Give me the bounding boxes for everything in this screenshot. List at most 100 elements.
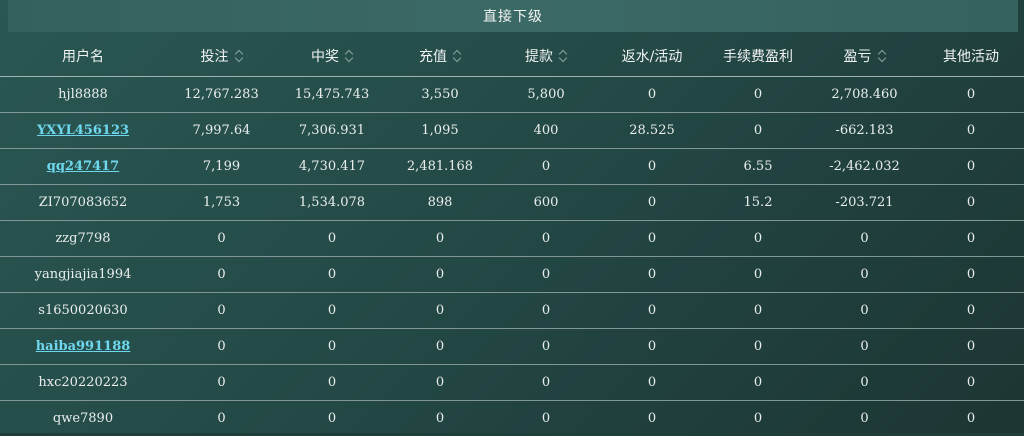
header-bet[interactable]: 投注 xyxy=(166,36,277,77)
table-row: zzg779800000000 xyxy=(0,221,1024,257)
cell-rebate: 0 xyxy=(599,329,705,365)
header-label: 其他活动 xyxy=(943,49,999,65)
cell-deposit: 898 xyxy=(387,185,493,221)
cell-pnl: -662.183 xyxy=(811,113,918,149)
cell-rebate: 0 xyxy=(599,149,705,185)
cell-withdraw: 0 xyxy=(493,221,599,257)
header-label: 盈亏 xyxy=(844,49,872,65)
cell-rebate: 28.525 xyxy=(599,113,705,149)
cell-other: 0 xyxy=(918,185,1024,221)
header-label: 中奖 xyxy=(311,49,339,65)
sort-icon[interactable] xyxy=(235,49,243,63)
cell-username: qq247417 xyxy=(0,149,166,185)
cell-other: 0 xyxy=(918,401,1024,436)
cell-other: 0 xyxy=(918,77,1024,113)
table-row: hjl888812,767.28315,475.7433,5505,800002… xyxy=(0,77,1024,113)
cell-username: s1650020630 xyxy=(0,293,166,329)
cell-deposit: 3,550 xyxy=(387,77,493,113)
header-deposit[interactable]: 充值 xyxy=(387,36,493,77)
cell-deposit: 0 xyxy=(387,401,493,436)
cell-pnl: -2,462.032 xyxy=(811,149,918,185)
cell-other: 0 xyxy=(918,329,1024,365)
cell-pnl: 0 xyxy=(811,401,918,436)
cell-withdraw: 0 xyxy=(493,365,599,401)
cell-win: 15,475.743 xyxy=(277,77,387,113)
cell-bet: 7,997.64 xyxy=(166,113,277,149)
table-row: haiba99118800000000 xyxy=(0,329,1024,365)
cell-win: 0 xyxy=(277,293,387,329)
username-link[interactable]: haiba991188 xyxy=(36,339,131,354)
cell-username: hjl8888 xyxy=(0,77,166,113)
header-win[interactable]: 中奖 xyxy=(277,36,387,77)
sort-icon[interactable] xyxy=(559,49,567,63)
subordinates-table: 用户名 投注 中奖 充值 提款 返水/活动 手续费盈利 盈亏 其他活动 hjl8888 12,76… xyxy=(0,36,1024,436)
header-label: 返水/活动 xyxy=(622,49,683,65)
cell-other: 0 xyxy=(918,365,1024,401)
cell-fee-profit: 0 xyxy=(705,77,811,113)
cell-rebate: 0 xyxy=(599,257,705,293)
cell-pnl: 0 xyxy=(811,257,918,293)
cell-win: 0 xyxy=(277,257,387,293)
cell-deposit: 0 xyxy=(387,293,493,329)
table-row: yangjiajia199400000000 xyxy=(0,257,1024,293)
cell-fee-profit: 0 xyxy=(705,401,811,436)
cell-bet: 12,767.283 xyxy=(166,77,277,113)
cell-fee-profit: 15.2 xyxy=(705,185,811,221)
header-label: 提款 xyxy=(525,49,553,65)
cell-fee-profit: 0 xyxy=(705,329,811,365)
cell-withdraw: 600 xyxy=(493,185,599,221)
header-withdraw[interactable]: 提款 xyxy=(493,36,599,77)
cell-username: ZI707083652 xyxy=(0,185,166,221)
cell-pnl: 2,708.460 xyxy=(811,77,918,113)
table-row: ZI7070836521,7531,534.078898600015.2-203… xyxy=(0,185,1024,221)
header-label: 手续费盈利 xyxy=(723,49,793,65)
cell-win: 7,306.931 xyxy=(277,113,387,149)
cell-rebate: 0 xyxy=(599,185,705,221)
header-label: 投注 xyxy=(201,49,229,65)
cell-deposit: 0 xyxy=(387,365,493,401)
cell-win: 4,730.417 xyxy=(277,149,387,185)
cell-pnl: -203.721 xyxy=(811,185,918,221)
table-row: hxc2022022300000000 xyxy=(0,365,1024,401)
table-row: s165002063000000000 xyxy=(0,293,1024,329)
table-row: qwe789000000000 xyxy=(0,401,1024,436)
cell-bet: 0 xyxy=(166,401,277,436)
header-username: 用户名 xyxy=(0,36,166,77)
cell-username: YXYL456123 xyxy=(0,113,166,149)
cell-pnl: 0 xyxy=(811,221,918,257)
header-pnl[interactable]: 盈亏 xyxy=(811,36,918,77)
sort-icon[interactable] xyxy=(453,49,461,63)
cell-username: hxc20220223 xyxy=(0,365,166,401)
cell-withdraw: 5,800 xyxy=(493,77,599,113)
username-text: zzg7798 xyxy=(55,231,110,246)
cell-deposit: 0 xyxy=(387,329,493,365)
table-body: hjl888812,767.28315,475.7433,5505,800002… xyxy=(0,77,1024,436)
cell-bet: 7,199 xyxy=(166,149,277,185)
cell-fee-profit: 0 xyxy=(705,293,811,329)
cell-other: 0 xyxy=(918,113,1024,149)
cell-other: 0 xyxy=(918,257,1024,293)
cell-fee-profit: 6.55 xyxy=(705,149,811,185)
username-text: ZI707083652 xyxy=(39,195,128,210)
cell-bet: 0 xyxy=(166,365,277,401)
cell-fee-profit: 0 xyxy=(705,221,811,257)
cell-other: 0 xyxy=(918,149,1024,185)
cell-rebate: 0 xyxy=(599,401,705,436)
username-text: hxc20220223 xyxy=(38,375,127,390)
username-text: yangjiajia1994 xyxy=(35,267,132,282)
sort-icon[interactable] xyxy=(878,49,886,63)
cell-withdraw: 0 xyxy=(493,149,599,185)
cell-bet: 0 xyxy=(166,329,277,365)
header-rebate: 返水/活动 xyxy=(599,36,705,77)
username-text: hjl8888 xyxy=(58,87,108,102)
cell-bet: 0 xyxy=(166,293,277,329)
cell-withdraw: 0 xyxy=(493,293,599,329)
cell-deposit: 2,481.168 xyxy=(387,149,493,185)
cell-withdraw: 0 xyxy=(493,329,599,365)
cell-username: yangjiajia1994 xyxy=(0,257,166,293)
username-link[interactable]: YXYL456123 xyxy=(37,123,129,138)
cell-rebate: 0 xyxy=(599,77,705,113)
sort-icon[interactable] xyxy=(345,49,353,63)
panel-title: 直接下级 xyxy=(8,0,1018,32)
username-link[interactable]: qq247417 xyxy=(47,159,119,174)
